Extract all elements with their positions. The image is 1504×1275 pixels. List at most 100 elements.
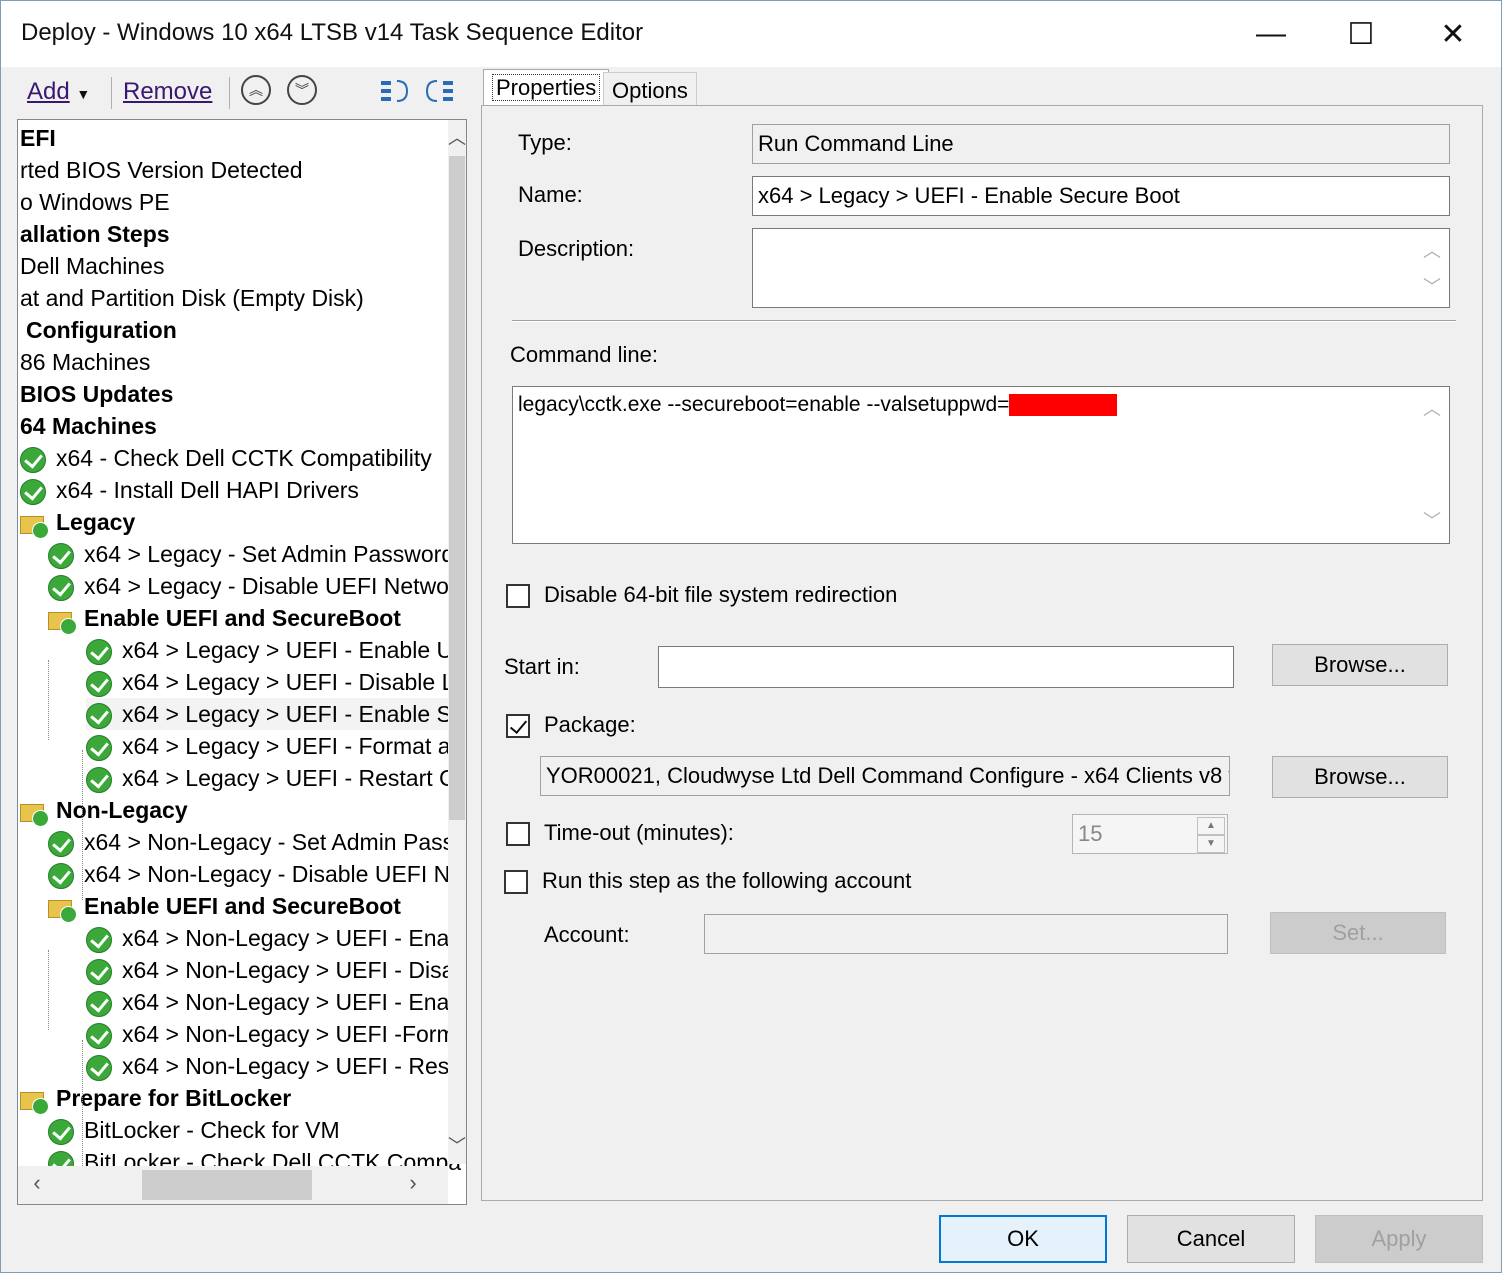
tree-group[interactable]: Non-Legacy xyxy=(20,794,188,827)
tree-item[interactable]: x64 > Non-Legacy > UEFI -Form xyxy=(86,1018,456,1050)
success-check-icon xyxy=(86,702,112,729)
scroll-right-icon[interactable]: › xyxy=(398,1170,428,1196)
tree-item[interactable]: 86 Machines xyxy=(20,346,150,378)
tree-item[interactable]: o Windows PE xyxy=(20,186,170,218)
name-input[interactable]: x64 > Legacy > UEFI - Enable Secure Boot xyxy=(752,176,1450,216)
tree-item[interactable]: x64 - Check Dell CCTK Compatibility xyxy=(20,442,432,474)
tab-options-label: Options xyxy=(612,78,688,103)
tree-item[interactable]: EFI xyxy=(20,122,56,154)
scroll-left-icon[interactable]: ‹ xyxy=(22,1170,52,1196)
tree-item[interactable]: Configuration xyxy=(26,314,177,346)
tree-item[interactable]: x64 > Non-Legacy > UEFI - Ena xyxy=(86,922,449,954)
spin-down-icon[interactable]: ▼ xyxy=(1197,835,1225,853)
command-line-label: Command line: xyxy=(510,342,658,367)
tree-item-label: EFI xyxy=(20,125,56,151)
tree-item[interactable]: at and Partition Disk (Empty Disk) xyxy=(20,282,364,314)
scroll-up-icon[interactable]: ︿ xyxy=(448,124,466,154)
tree-item[interactable]: x64 > Legacy > UEFI - Enable S xyxy=(86,698,452,730)
timeout-checkbox[interactable] xyxy=(506,822,530,846)
folder-icon xyxy=(48,896,77,923)
tree-item[interactable]: allation Steps xyxy=(20,218,170,250)
task-sequence-tree[interactable]: EFI rted BIOS Version Detected o Windows P… xyxy=(17,119,467,1205)
tree-item[interactable]: x64 > Legacy > UEFI - Format a xyxy=(86,730,451,762)
run-as-account-checkbox[interactable] xyxy=(504,870,528,894)
tree-item[interactable]: BIOS Updates xyxy=(20,378,173,410)
package-checkbox[interactable] xyxy=(506,714,530,738)
tree-line xyxy=(82,750,83,900)
tree-vertical-scrollbar[interactable]: ︿ ﹀ xyxy=(448,120,466,1164)
spin-up-icon[interactable]: ▲ xyxy=(1197,817,1225,835)
timeout-stepper[interactable]: 15 ▲ ▼ xyxy=(1072,814,1228,854)
tree-item[interactable]: 64 Machines xyxy=(20,410,157,442)
description-input[interactable]: ︿ ﹀ xyxy=(752,228,1450,308)
tree-item[interactable]: x64 > Non-Legacy - Set Admin Pass xyxy=(48,826,454,858)
timeout-value: 15 xyxy=(1078,821,1103,846)
command-line-input[interactable]: legacy\cctk.exe --secureboot=enable --va… xyxy=(512,386,1450,544)
tree-item-label: at and Partition Disk (Empty Disk) xyxy=(20,285,364,311)
start-in-browse-button[interactable]: Browse... xyxy=(1272,644,1448,686)
tree-item[interactable]: BitLocker - Check for VM xyxy=(48,1114,340,1146)
tree-group[interactable]: Legacy xyxy=(20,506,135,539)
move-down-icon[interactable]: ︾ xyxy=(287,75,317,105)
tree-item[interactable]: x64 > Legacy - Set Admin Password xyxy=(48,538,454,570)
tab-options[interactable]: Options xyxy=(603,72,697,105)
tree-item-label: x64 > Legacy > UEFI - Disable L xyxy=(122,669,455,695)
toolbar-divider xyxy=(111,77,112,109)
tree-item[interactable]: x64 > Legacy - Disable UEFI Netwo xyxy=(48,570,449,602)
tree-horizontal-scrollbar[interactable]: ‹ › xyxy=(18,1166,448,1204)
tree-group[interactable]: Enable UEFI and SecureBoot xyxy=(48,602,401,635)
tree-group[interactable]: Prepare for BitLocker xyxy=(20,1082,291,1115)
toolbar: Add ▼ Remove ︽ ︾ xyxy=(17,67,469,117)
tree-item[interactable]: x64 > Non-Legacy > UEFI - Res xyxy=(86,1050,449,1082)
tree-item[interactable]: x64 > Non-Legacy - Disable UEFI N xyxy=(48,858,450,890)
description-label: Description: xyxy=(518,236,635,261)
toolbar-divider xyxy=(229,77,230,109)
start-in-label: Start in: xyxy=(504,654,580,679)
tree-item-label: Dell Machines xyxy=(20,253,165,279)
tree-item[interactable]: Dell Machines xyxy=(20,250,164,282)
scroll-down-icon[interactable]: ﹀ xyxy=(448,1132,466,1162)
tree-item[interactable]: x64 > Non-Legacy > UEFI - Ena xyxy=(86,986,449,1018)
remove-button[interactable]: Remove xyxy=(123,78,212,106)
folder-icon xyxy=(20,1088,49,1115)
scroll-thumb[interactable] xyxy=(142,1170,312,1200)
task-sequence-editor-window: Deploy - Windows 10 x64 LTSB v14 Task Se… xyxy=(0,0,1502,1273)
cancel-button[interactable]: Cancel xyxy=(1127,1215,1295,1263)
tree-item[interactable]: x64 - Install Dell HAPI Drivers xyxy=(20,474,359,506)
tree-item[interactable]: x64 > Non-Legacy > UEFI - Disa xyxy=(86,954,454,986)
tree-item[interactable]: x64 > Legacy > UEFI - Disable L xyxy=(86,666,454,698)
scroll-thumb[interactable] xyxy=(449,156,465,820)
expand-tree-icon[interactable] xyxy=(379,75,411,109)
properties-panel: Type: Run Command Line Name: x64 > Legac… xyxy=(481,105,1483,1201)
close-button[interactable]: ✕ xyxy=(1407,1,1499,67)
folder-icon xyxy=(20,800,49,827)
tree-item-label: allation Steps xyxy=(20,221,170,247)
maximize-button[interactable]: ☐ xyxy=(1315,1,1407,67)
package-browse-button[interactable]: Browse... xyxy=(1272,756,1448,798)
package-label: Package: xyxy=(544,712,636,737)
tree-group[interactable]: Enable UEFI and SecureBoot xyxy=(48,890,401,923)
tree-item-label: Enable UEFI and SecureBoot xyxy=(84,893,401,919)
move-up-icon[interactable]: ︽ xyxy=(241,75,271,105)
tree-line xyxy=(48,950,49,1030)
collapse-tree-icon[interactable] xyxy=(425,75,457,109)
start-in-input[interactable] xyxy=(658,646,1234,688)
scroll-down-icon: ﹀ xyxy=(1423,511,1441,531)
tree-item[interactable]: rted BIOS Version Detected xyxy=(20,154,303,186)
ok-button[interactable]: OK xyxy=(939,1215,1107,1263)
tab-properties[interactable]: Properties xyxy=(483,69,610,107)
tree-item-label: Configuration xyxy=(26,317,177,343)
tree-item-label: rted BIOS Version Detected xyxy=(20,157,303,183)
disable-redirection-checkbox[interactable] xyxy=(506,584,530,608)
type-field: Run Command Line xyxy=(752,124,1450,164)
tree-line xyxy=(48,660,49,740)
section-divider xyxy=(512,320,1456,322)
minimize-button[interactable]: — xyxy=(1225,1,1317,67)
success-check-icon xyxy=(20,478,46,505)
folder-icon xyxy=(20,512,49,539)
tree-item-label: x64 > Legacy - Disable UEFI Netwo xyxy=(84,573,449,599)
tree-item[interactable]: x64 > Legacy > UEFI - Restart C xyxy=(86,762,456,794)
success-check-icon xyxy=(48,830,74,857)
add-menu-button[interactable]: Add ▼ xyxy=(27,78,90,106)
tree-item[interactable]: x64 > Legacy > UEFI - Enable U xyxy=(86,634,453,666)
